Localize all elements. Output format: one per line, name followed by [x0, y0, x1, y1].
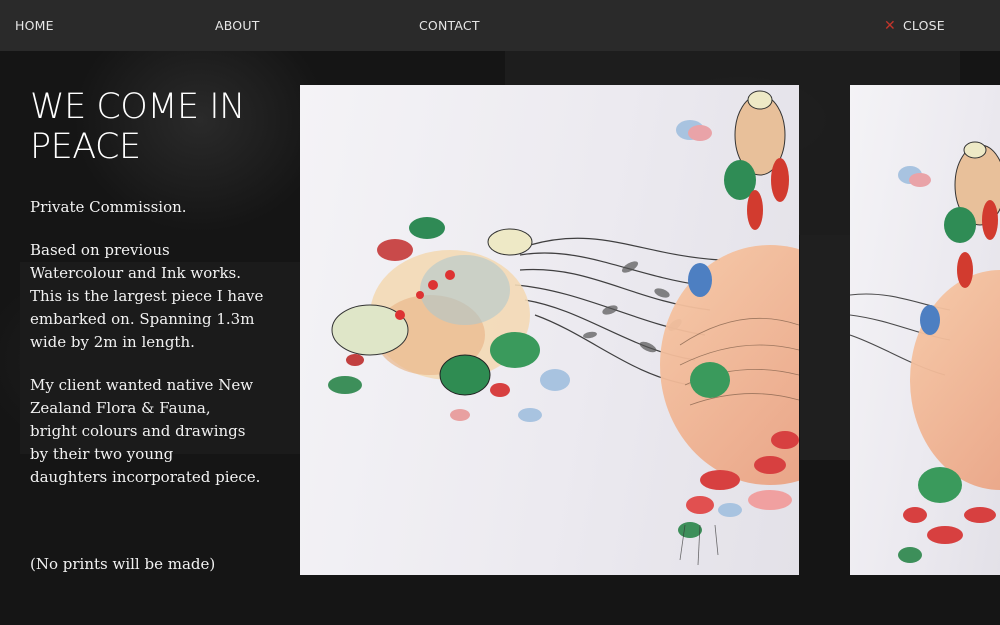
description-line: Watercolour and Ink works.: [30, 264, 242, 282]
top-navigation: HOME ABOUT CONTACT ✕ CLOSE: [0, 0, 1000, 51]
prints-note: (No prints will be made): [30, 555, 216, 573]
close-label: CLOSE: [902, 18, 945, 33]
nav-home-link[interactable]: HOME: [15, 18, 54, 33]
next-artwork-image[interactable]: [850, 85, 1000, 575]
nav-contact-link[interactable]: CONTACT: [419, 18, 480, 33]
artwork-illustration: [328, 90, 799, 566]
description-line: embarked on. Spanning 1.3m: [30, 310, 255, 328]
artwork-image[interactable]: [300, 85, 799, 575]
description-line: My client wanted native New: [30, 376, 254, 394]
description-line: Based on previous: [30, 241, 170, 259]
title-line-2: PEACE: [30, 127, 141, 167]
description-line: by their two young: [30, 445, 174, 463]
description-paragraph-1: Based on previous Watercolour and Ink wo…: [30, 239, 290, 354]
description-line: This is the largest piece I have: [30, 287, 264, 305]
description-line: Zealand Flora & Fauna,: [30, 399, 211, 417]
artwork-subtitle: Private Commission.: [30, 198, 187, 216]
close-button[interactable]: ✕ CLOSE: [884, 18, 945, 33]
artwork-description: Private Commission. Based on previous Wa…: [30, 196, 290, 509]
next-artwork-illustration: [850, 141, 1000, 563]
description-line: bright colours and drawings: [30, 422, 246, 440]
background-thumbnail: [800, 235, 850, 460]
description-line: wide by 2m in length.: [30, 333, 195, 351]
description-line: daughters incorporated piece.: [30, 468, 261, 486]
nav-about-link[interactable]: ABOUT: [215, 18, 260, 33]
close-icon: ✕: [884, 17, 896, 34]
description-paragraph-2: My client wanted native New Zealand Flor…: [30, 374, 290, 489]
title-line-1: WE COME IN: [30, 87, 245, 127]
page-title: WE COME IN PEACE: [30, 87, 280, 167]
